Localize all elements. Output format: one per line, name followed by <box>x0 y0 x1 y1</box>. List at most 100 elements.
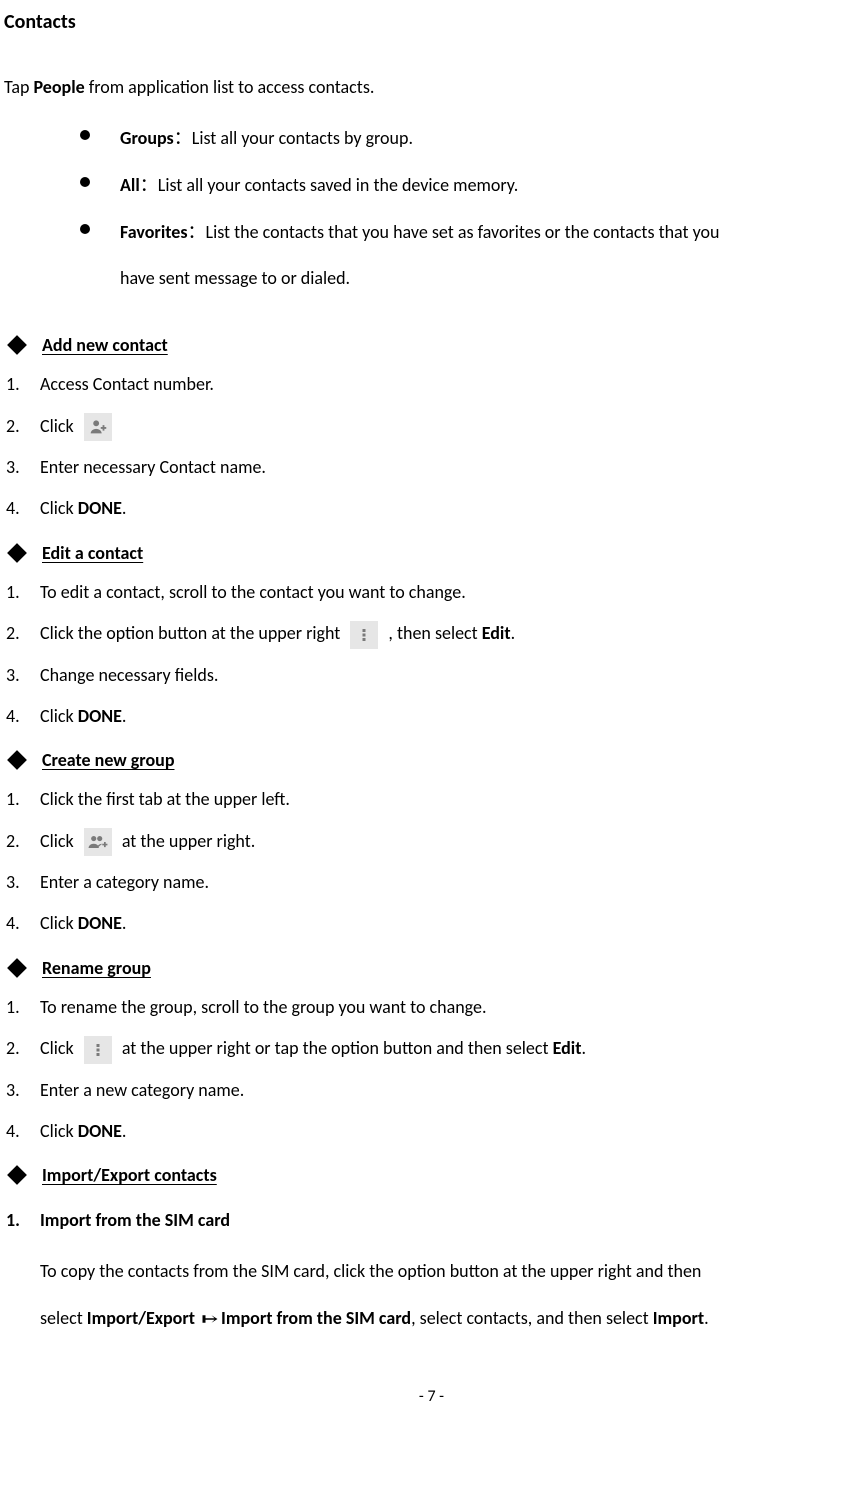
step: Enter necessary Contact name. <box>6 447 863 488</box>
step: Change necessary fields. <box>6 655 863 696</box>
bullet-rest: List all your contacts by group. <box>192 127 413 149</box>
section-heading-create: Create new group <box>10 749 863 771</box>
section-heading-label: Add new contact <box>42 334 168 356</box>
step-text: . <box>581 1037 586 1059</box>
intro-paragraph: Tap People from application list to acce… <box>4 74 863 101</box>
diamond-icon <box>7 958 27 978</box>
bullet-rest: List the contacts that you have set as f… <box>206 221 720 243</box>
document-page: Contacts Tap People from application lis… <box>0 10 863 1485</box>
step: Enter a new category name. <box>6 1070 863 1111</box>
step-text: Click <box>40 830 78 852</box>
diamond-icon <box>7 335 27 355</box>
bullet-continuation: have sent message to or dialed. <box>120 255 863 302</box>
step: Click the option button at the upper rig… <box>6 613 863 654</box>
overflow-menu-icon <box>350 621 378 649</box>
section-heading-importexport: Import/Export contacts <box>10 1164 863 1186</box>
steps-edit: To edit a contact, scroll to the contact… <box>0 572 863 738</box>
body-bold: Import/Export <box>87 1307 199 1329</box>
step-text: at the upper right or tap the option but… <box>122 1037 553 1059</box>
section-heading-label: Create new group <box>42 749 174 771</box>
step: Click DONE. <box>6 696 863 737</box>
step: Click DONE. <box>6 1111 863 1152</box>
step-bold: DONE <box>78 705 122 727</box>
feature-bullet-list: Groups：List all your contacts by group. … <box>0 115 863 302</box>
step-text: . <box>122 1120 127 1142</box>
import-sim-title: Import from the SIM card <box>40 1209 230 1231</box>
step: Click at the upper right. <box>6 821 863 862</box>
step-text: Enter a new category name. <box>40 1079 244 1101</box>
overflow-menu-icon <box>84 1036 112 1064</box>
step-text: Access Contact number. <box>40 373 214 395</box>
section-heading-rename: Rename group <box>10 957 863 979</box>
step: To edit a contact, scroll to the contact… <box>6 572 863 613</box>
step: Access Contact number. <box>6 364 863 405</box>
step-text: , then select <box>388 622 481 644</box>
importexport-list: Import from the SIM card To copy the con… <box>0 1200 863 1342</box>
section-heading-edit: Edit a contact <box>10 542 863 564</box>
diamond-icon <box>7 750 27 770</box>
import-sim-body: To copy the contacts from the SIM card, … <box>40 1248 863 1343</box>
step-text: Click <box>40 705 78 727</box>
bullet-all: All：List all your contacts saved in the … <box>80 162 863 209</box>
page-title: Contacts <box>4 10 863 34</box>
step-bold: DONE <box>78 497 122 519</box>
step-text: . <box>511 622 516 644</box>
step-text: Click <box>40 415 78 437</box>
step: Click at the upper right or tap the opti… <box>6 1028 863 1069</box>
steps-create: Click the first tab at the upper left. C… <box>0 779 863 945</box>
step-text: Click the option button at the upper rig… <box>40 622 344 644</box>
add-group-icon <box>84 828 112 856</box>
step: Click <box>6 406 863 447</box>
body-bold: Import from the SIM card <box>221 1307 411 1329</box>
step-text: Enter necessary Contact name. <box>40 456 266 478</box>
step-text: Click <box>40 1120 78 1142</box>
section-heading-add: Add new contact <box>10 334 863 356</box>
body-text: select <box>40 1307 87 1329</box>
section-heading-label: Rename group <box>42 957 151 979</box>
section-heading-label: Import/Export contacts <box>42 1164 217 1186</box>
step-text: Enter a category name. <box>40 871 209 893</box>
step-bold: Edit <box>482 622 511 644</box>
step-text: Click <box>40 1037 78 1059</box>
step-text: . <box>122 497 127 519</box>
step-text: To edit a contact, scroll to the contact… <box>40 581 466 603</box>
step-text: at the upper right. <box>122 830 255 852</box>
step-text: . <box>122 912 127 934</box>
step-text: To rename the group, scroll to the group… <box>40 996 486 1018</box>
step-bold: DONE <box>78 1120 122 1142</box>
body-text: . <box>704 1307 709 1329</box>
step: Click DONE. <box>6 488 863 529</box>
bullet-rest: List all your contacts saved in the devi… <box>158 174 519 196</box>
add-contact-icon <box>84 413 112 441</box>
section-heading-label: Edit a contact <box>42 542 143 564</box>
import-sim-item: Import from the SIM card To copy the con… <box>6 1200 863 1342</box>
body-line: To copy the contacts from the SIM card, … <box>40 1248 863 1295</box>
step-bold: Edit <box>553 1037 582 1059</box>
step: Click DONE. <box>6 903 863 944</box>
step-text: Click <box>40 497 78 519</box>
step-bold: DONE <box>78 912 122 934</box>
intro-post: from application list to access contacts… <box>85 76 375 98</box>
diamond-icon <box>7 1166 27 1186</box>
steps-rename: To rename the group, scroll to the group… <box>0 987 863 1153</box>
page-number: - 7 - <box>0 1387 863 1406</box>
steps-add: Access Contact number. Click Enter neces… <box>0 364 863 530</box>
bullet-colon: ： <box>140 174 158 196</box>
step-text: Change necessary fields. <box>40 664 218 686</box>
body-text: , select contacts, and then select <box>411 1307 653 1329</box>
intro-bold: People <box>34 76 85 98</box>
body-line: select Import/Export Import from the SIM… <box>40 1295 863 1343</box>
step: Click the first tab at the upper left. <box>6 779 863 820</box>
bullet-colon: ： <box>174 127 192 149</box>
step: To rename the group, scroll to the group… <box>6 987 863 1028</box>
bullet-bold: All <box>120 174 140 196</box>
bullet-colon: ： <box>188 221 206 243</box>
step-text: Click the first tab at the upper left. <box>40 788 290 810</box>
diamond-icon <box>7 543 27 563</box>
step-text: . <box>122 705 127 727</box>
bullet-groups: Groups：List all your contacts by group. <box>80 115 863 162</box>
step: Enter a category name. <box>6 862 863 903</box>
intro-pre: Tap <box>4 76 34 98</box>
step-text: Click <box>40 912 78 934</box>
bullet-bold: Favorites <box>120 221 188 243</box>
